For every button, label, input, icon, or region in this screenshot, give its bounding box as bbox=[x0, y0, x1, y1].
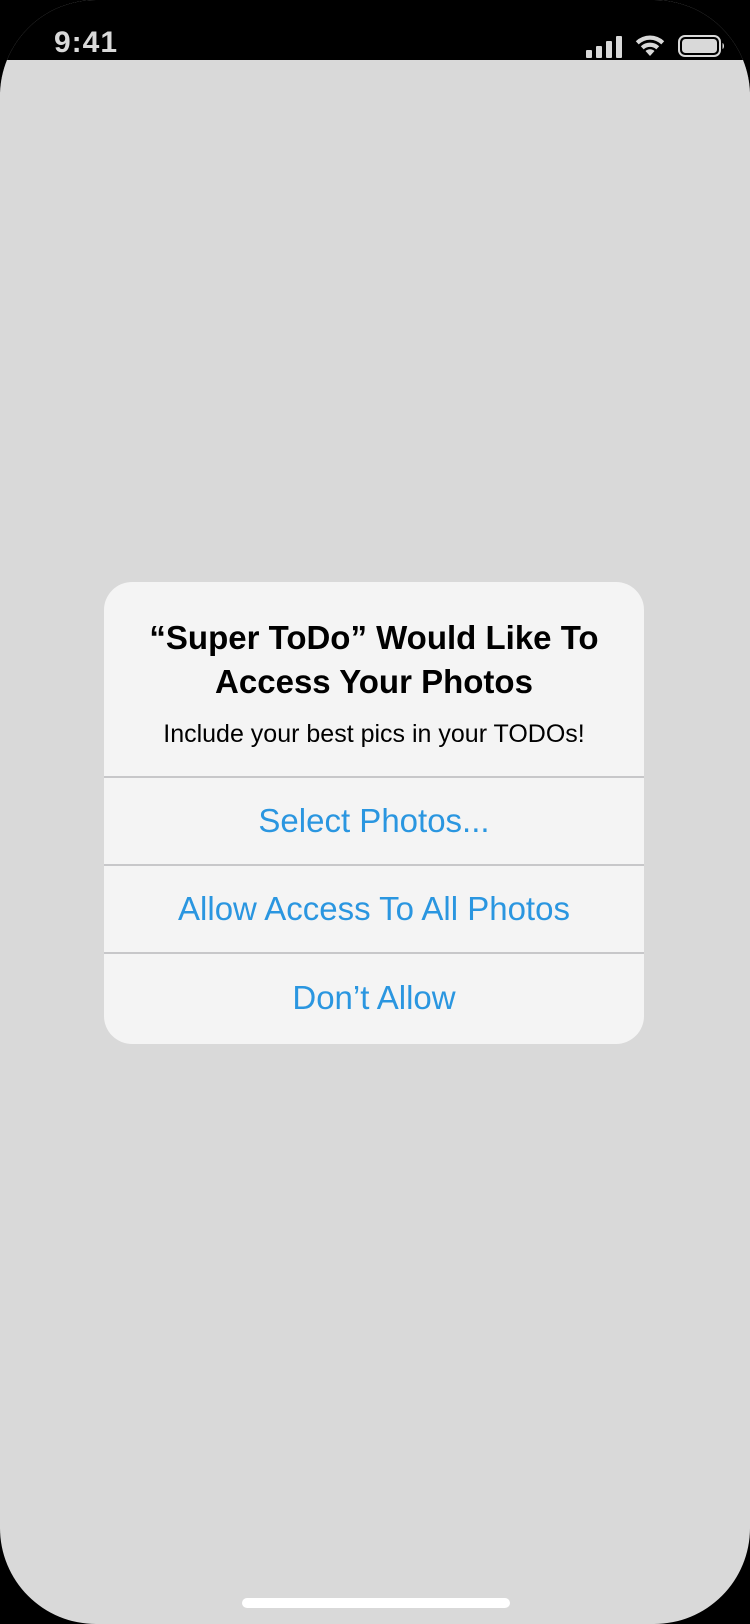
alert-title: “Super ToDo” Would Like To Access Your P… bbox=[149, 619, 599, 700]
battery-icon bbox=[678, 34, 726, 58]
signal-icon bbox=[586, 34, 622, 58]
status-icons bbox=[586, 32, 726, 58]
status-time: 9:41 bbox=[54, 26, 119, 59]
wifi-icon bbox=[634, 34, 666, 58]
alert-message: Include your best pics in your TODOs! bbox=[163, 720, 585, 748]
alert-header: “Super ToDo” Would Like To Access Your P… bbox=[104, 582, 644, 778]
permission-alert: “Super ToDo” Would Like To Access Your P… bbox=[104, 582, 644, 1044]
device-frame: 9:41 “Super ToDo” Would Like To Access Y… bbox=[0, 0, 750, 1624]
dont-allow-button[interactable]: Don’t Allow bbox=[104, 954, 644, 1042]
select-photos-button[interactable]: Select Photos... bbox=[104, 778, 644, 866]
notch bbox=[165, 0, 585, 60]
screen: 9:41 “Super ToDo” Would Like To Access Y… bbox=[0, 0, 750, 1624]
allow-all-photos-button[interactable]: Allow Access To All Photos bbox=[104, 866, 644, 954]
home-indicator[interactable] bbox=[242, 1598, 510, 1608]
screen-top-area bbox=[0, 60, 750, 100]
